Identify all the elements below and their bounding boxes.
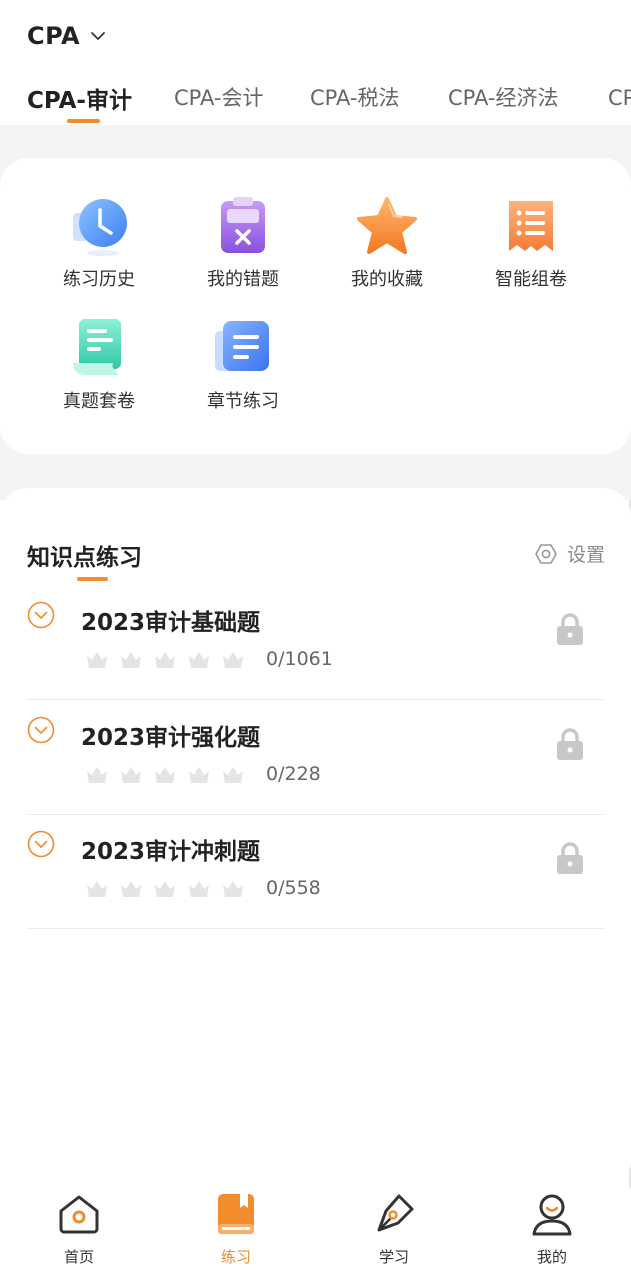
nav-practice[interactable]: 练习 [176,1188,296,1267]
lock-icon [557,728,583,760]
header: CPA CPA-审计 CPA-会计 CPA-税法 CPA-经济法 CPA-财管 [0,0,631,125]
crown-icon [121,767,141,783]
question-set-row[interactable]: 2023审计强化题 0/228 [27,700,604,815]
expand-chevron-icon[interactable] [27,601,55,629]
knowledge-practice-card: 知识点练习 设置 2023审计基础题 0/1061 2023审计强化题 0/22… [0,488,631,1188]
expand-chevron-icon[interactable] [27,716,55,744]
exam-title: CPA [27,22,81,50]
subject-tabs: CPA-审计 CPA-会计 CPA-税法 CPA-经济法 CPA-财管 [27,82,631,125]
lock-icon [557,842,583,874]
crown-icon [121,881,141,897]
quick-label: 真题套卷 [63,391,135,412]
settings-button[interactable]: 设置 [534,540,605,567]
crown-icon [223,652,243,668]
question-set-row[interactable]: 2023审计基础题 0/1061 [27,585,604,700]
crown-rating [85,878,245,900]
smart-paper-icon [509,201,553,251]
tab-economic-law[interactable]: CPA-经济法 [448,82,558,112]
section-title-indicator [77,577,108,581]
crown-icon [87,652,107,668]
past-exam-papers-button[interactable]: 真题套卷 [39,317,159,413]
chevron-down-icon [91,32,105,40]
crown-icon [121,652,141,668]
clock-icon [73,199,127,256]
nav-profile[interactable]: 我的 [492,1188,612,1267]
nav-home[interactable]: 首页 [19,1188,139,1267]
expand-chevron-icon[interactable] [27,830,55,858]
nav-label: 我的 [536,1248,567,1266]
chapter-doc-icon [215,321,269,371]
quick-label: 智能组卷 [495,269,567,290]
tab-audit[interactable]: CPA-审计 [27,82,132,115]
question-progress: 0/228 [266,763,321,785]
nav-label: 首页 [63,1248,94,1266]
pen-nib-icon [377,1194,414,1232]
question-set-title: 2023审计冲刺题 [81,839,261,865]
nav-study[interactable]: 学习 [334,1188,454,1267]
settings-label: 设置 [566,544,605,566]
active-tab-indicator [67,119,100,123]
quick-label: 我的错题 [207,269,279,290]
gear-icon [535,543,557,564]
crown-rating [85,764,245,786]
crown-icon [87,881,107,897]
question-progress: 0/558 [266,877,321,899]
crown-icon [87,767,107,783]
exam-selector[interactable]: CPA [27,22,106,50]
question-set-title: 2023审计基础题 [81,610,261,636]
crown-icon [223,767,243,783]
practice-book-icon [218,1194,254,1234]
crown-icon [189,881,209,897]
lock-icon [557,613,583,645]
quick-actions-card: 练习历史 我的错题 我的收藏 智能组卷 真题套卷 章节练习 [0,158,631,454]
tab-financial-management[interactable]: CPA-财管 [608,82,631,112]
tab-accounting[interactable]: CPA-会计 [174,82,263,112]
section-title: 知识点练习 [27,545,142,571]
wrong-clipboard-icon [221,197,265,253]
practice-history-button[interactable]: 练习历史 [39,195,159,291]
wrong-questions-button[interactable]: 我的错题 [183,195,303,291]
home-icon [59,1195,99,1234]
exam-paper-icon [73,319,121,375]
favorites-button[interactable]: 我的收藏 [327,195,447,291]
crown-icon [223,881,243,897]
nav-label: 学习 [378,1248,409,1266]
crown-rating [85,649,245,671]
quick-label: 章节练习 [207,391,279,412]
crown-icon [155,767,175,783]
quick-label: 练习历史 [63,269,135,290]
star-icon [357,197,417,254]
question-set-title: 2023审计强化题 [81,725,261,751]
crown-icon [155,652,175,668]
quick-label: 我的收藏 [351,269,423,290]
profile-icon [532,1194,572,1236]
chapter-practice-button[interactable]: 章节练习 [183,317,303,413]
nav-label: 练习 [220,1248,251,1266]
bottom-nav: 首页 练习 学习 我的 [0,1188,631,1280]
tab-tax-law[interactable]: CPA-税法 [310,82,399,112]
smart-paper-button[interactable]: 智能组卷 [471,195,591,291]
crown-icon [189,767,209,783]
question-progress: 0/1061 [266,648,333,670]
crown-icon [155,881,175,897]
crown-icon [189,652,209,668]
question-set-row[interactable]: 2023审计冲刺题 0/558 [27,814,604,929]
